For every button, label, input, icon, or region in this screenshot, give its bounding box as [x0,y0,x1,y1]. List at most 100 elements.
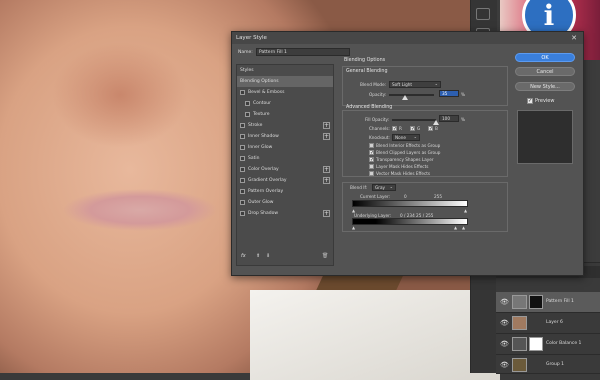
style-preview-swatch [517,110,573,164]
option-label: Blend Clipped Layers as Group [376,150,441,155]
name-label: Name: [238,50,253,55]
option-checkbox[interactable] [369,164,374,169]
current-high-handle[interactable]: ▲ [464,208,467,213]
checkbox[interactable] [240,156,245,161]
style-item-inner-glow[interactable]: Inner Glow [237,142,333,153]
opacity-input[interactable]: 35 [439,90,459,97]
channel-g-checkbox[interactable]: ✓ [410,126,415,132]
fx-icon[interactable]: fx [241,250,246,262]
option-checkbox[interactable] [369,171,374,176]
checkbox[interactable] [240,211,245,216]
blend-mode-label: Blend Mode: [360,82,387,87]
layer-row[interactable]: 👁 Color Balance 1 [496,334,600,355]
channel-r-label: R [399,126,402,131]
shirt-collar [250,290,500,380]
preview-checkbox[interactable]: ✓ [527,98,533,104]
style-item-contour[interactable]: Contour [237,98,333,109]
cancel-button[interactable]: Cancel [515,67,575,76]
add-icon[interactable]: + [323,177,330,184]
checkbox[interactable] [240,200,245,205]
fill-opacity-slider[interactable] [392,119,436,121]
fill-opacity-input[interactable]: 100 [439,115,459,122]
channels-label: Channels: [369,126,390,131]
dialog-title-bar[interactable]: Layer Style ✕ [232,32,583,44]
opacity-label: Opacity: [369,92,387,97]
current-layer-gradient[interactable] [352,200,468,207]
style-item-satin[interactable]: Satin [237,153,333,164]
channel-g-label: G [417,126,421,131]
close-icon[interactable]: ✕ [571,33,577,43]
advanced-blending-title: Advanced Blending [346,105,393,110]
option-label: Blend Interior Effects as Group [376,143,441,148]
channel-b-checkbox[interactable]: ✓ [428,126,433,132]
styles-header[interactable]: Styles [237,65,333,76]
channel-r-checkbox[interactable]: ✓ [392,126,397,132]
checkbox[interactable] [240,189,245,194]
layer-row[interactable]: 👁 Group 1 [496,355,600,374]
layer-style-dialog: Layer Style ✕ Name: Pattern Fill 1 Style… [231,31,584,276]
style-item-stroke[interactable]: Stroke + [237,120,333,131]
layer-name: Layer 6 [546,320,563,325]
adjustment-icon [512,337,527,351]
option-checkbox[interactable] [369,143,374,148]
style-item-drop-shadow[interactable]: Drop Shadow + [237,208,333,219]
add-icon[interactable]: + [323,210,330,217]
checkbox[interactable] [240,167,245,172]
opacity-slider[interactable] [389,94,434,96]
blend-if-label: Blend If: [350,185,368,190]
checkbox[interactable] [245,101,250,106]
layer-row[interactable]: 👁 Layer 6 [496,313,600,334]
preview-label: Preview [535,98,555,104]
percent-label: % [461,92,465,97]
history-icon[interactable] [476,8,490,20]
style-item-bevel-emboss[interactable]: Bevel & Emboss [237,87,333,98]
layer-thumbnail [512,316,527,330]
current-layer-high: 255 [434,194,442,199]
add-icon[interactable]: + [323,122,330,129]
option-checkbox[interactable]: ✓ [369,150,374,156]
current-layer-low: 0 [404,194,407,199]
checkbox[interactable] [240,134,245,139]
layer-row[interactable]: 👁 Pattern Fill 1 [496,292,600,313]
eye-icon[interactable]: 👁 [500,361,509,369]
checkbox[interactable] [240,145,245,150]
fill-opacity-label: Fill Opacity: [365,117,390,122]
dialog-title: Layer Style [236,35,267,41]
current-layer-label: Current Layer: [360,194,391,199]
blend-if-select[interactable]: Gray [372,184,396,191]
checkbox[interactable] [240,90,245,95]
new-style-button[interactable]: New Style... [515,82,575,91]
style-item-color-overlay[interactable]: Color Overlay + [237,164,333,175]
style-item-pattern-overlay[interactable]: Pattern Overlay [237,186,333,197]
styles-list: Styles Blending Options Bevel & Emboss C… [236,64,334,266]
option-checkbox[interactable]: ✓ [369,157,374,163]
blend-mode-select[interactable]: Soft Light [389,81,441,88]
checkbox[interactable] [240,178,245,183]
layer-name-field[interactable]: Pattern Fill 1 [256,48,350,56]
eye-icon[interactable]: 👁 [500,319,509,327]
style-item-texture[interactable]: Texture [237,109,333,120]
fx-toolbar: fx ⬆ ⬇ 🗑 [236,250,332,262]
option-label: Transparency Shapes Layer [376,157,434,162]
add-icon[interactable]: + [323,133,330,140]
style-item-outer-glow[interactable]: Outer Glow [237,197,333,208]
layer-thumbnail [512,295,527,309]
ok-button[interactable]: OK [515,53,575,62]
underlying-high-handle[interactable]: ▲ [462,225,465,230]
eye-icon[interactable]: 👁 [500,298,509,306]
arrow-up-icon[interactable]: ⬆ [256,250,260,262]
knockout-select[interactable]: None [392,134,420,141]
style-item-inner-shadow[interactable]: Inner Shadow + [237,131,333,142]
underlying-layer-gradient[interactable] [352,218,468,225]
add-icon[interactable]: + [323,166,330,173]
underlying-split-handle[interactable]: ▲ [454,225,457,230]
style-item-blending-options[interactable]: Blending Options [237,76,333,87]
checkbox[interactable] [245,112,250,117]
arrow-down-icon[interactable]: ⬇ [266,250,270,262]
opacity-slider-knob[interactable] [401,95,408,100]
trash-icon[interactable]: 🗑 [322,250,328,262]
checkbox[interactable] [240,123,245,128]
eye-icon[interactable]: 👁 [500,340,509,348]
style-item-gradient-overlay[interactable]: Gradient Overlay + [237,175,333,186]
underlying-low-handle[interactable]: ▲ [352,225,355,230]
